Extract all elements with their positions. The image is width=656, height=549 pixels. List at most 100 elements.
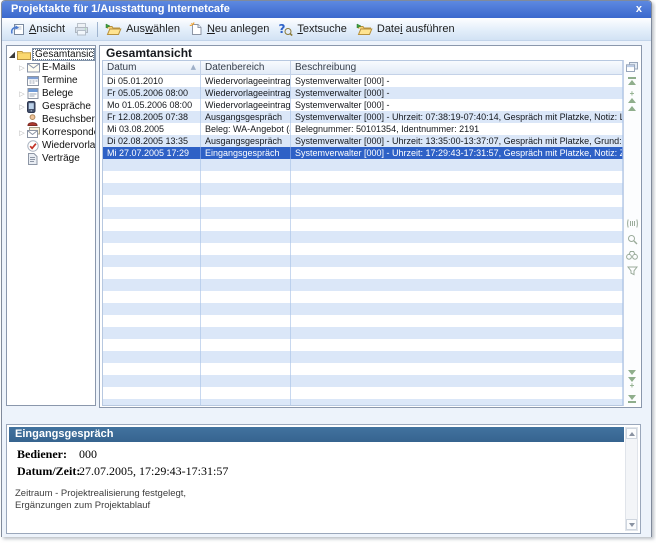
folder-open-icon	[105, 23, 122, 36]
contract-icon	[27, 153, 42, 165]
table-row-empty[interactable]	[103, 243, 623, 255]
table-row[interactable]: Mo 01.05.2006 08:00 Wiedervorlageeintrag…	[103, 99, 623, 111]
table-row[interactable]: Mi 03.08.2005 Beleg: WA-Angebot (alle Be…	[103, 123, 623, 135]
print-button[interactable]	[71, 22, 95, 37]
tree-item-vertraege[interactable]: Verträge	[17, 152, 95, 165]
auswaehlen-label: Auswählen	[126, 23, 180, 35]
column-chooser-icon[interactable]	[626, 62, 638, 72]
table-row-empty[interactable]	[103, 195, 623, 207]
svg-text:?: ?	[279, 22, 286, 36]
table-row[interactable]: Fr 12.08.2005 07:38 Ausgangsgespräch Sys…	[103, 111, 623, 123]
table-row[interactable]: Di 05.01.2010 Wiedervorlageeintrag Syste…	[103, 75, 623, 87]
page-up-button[interactable]: +	[626, 91, 638, 103]
table-row-empty[interactable]	[103, 363, 623, 375]
column-header-datum[interactable]: Datum ▲	[103, 61, 201, 74]
close-button[interactable]: x	[636, 1, 642, 18]
detail-scrollbar[interactable]	[625, 427, 638, 531]
scroll-to-top-button[interactable]	[626, 77, 638, 85]
tree-item-korrespondenzen[interactable]: ▷ Korrespondenzen	[17, 126, 95, 139]
tree-item-emails[interactable]: ▷ E-Mails	[17, 61, 95, 74]
table-row-empty[interactable]	[103, 315, 623, 327]
detail-notes: Zeitraum - Projektrealisierung festgeleg…	[15, 488, 186, 512]
note-line: Zeitraum - Projektrealisierung festgeleg…	[15, 488, 186, 500]
email-icon	[27, 63, 42, 73]
folder-icon	[17, 49, 32, 60]
ansicht-button[interactable]: Ansicht	[7, 22, 71, 37]
expander-collapsed-icon[interactable]: ▷	[17, 63, 27, 73]
tree-item-label: Verträge	[42, 153, 80, 164]
table-row-selected[interactable]: Mi 27.07.2005 17:29 Eingangsgespräch Sys…	[103, 147, 623, 159]
detail-fields: Bediener: 000 Datum/Zeit: 27.07.2005, 17…	[17, 446, 228, 480]
table-row-empty[interactable]	[103, 291, 623, 303]
tree-item-label: Belege	[42, 88, 73, 99]
table-row-empty[interactable]	[103, 267, 623, 279]
table-row[interactable]: Di 02.08.2005 13:35 Ausgangsgespräch Sys…	[103, 135, 623, 147]
table-row-empty[interactable]	[103, 387, 623, 399]
textsuche-button[interactable]: ? Textsuche	[275, 21, 353, 37]
grid-tool-strip: + +	[623, 60, 640, 406]
table-row[interactable]: Fr 05.05.2006 08:00 Wiedervorlageeintrag…	[103, 87, 623, 99]
ansicht-label: Ansicht	[29, 23, 65, 35]
new-document-icon	[189, 22, 203, 36]
records-grid: Datum ▲ Datenbereich Beschreibung Di 05.…	[102, 60, 624, 406]
table-row-empty[interactable]	[103, 351, 623, 363]
scroll-down-button[interactable]	[626, 519, 637, 530]
field-value: 27.07.2005, 17:29:43-17:31:57	[79, 464, 228, 479]
scroll-to-bottom-button[interactable]	[626, 395, 638, 403]
expander-expanded-icon[interactable]: ◢	[7, 50, 17, 60]
table-row-empty[interactable]	[103, 171, 623, 183]
tree-item-gespraeche[interactable]: ▷ Gespräche	[17, 100, 95, 113]
table-row-empty[interactable]	[103, 339, 623, 351]
table-row-empty[interactable]	[103, 279, 623, 291]
auswaehlen-button[interactable]: Auswählen	[102, 22, 186, 37]
toolbar-separator	[97, 22, 98, 37]
scroll-up-button[interactable]	[626, 428, 637, 439]
table-row-empty[interactable]	[103, 399, 623, 406]
expander-collapsed-icon[interactable]: ▷	[17, 128, 27, 138]
expander-collapsed-icon[interactable]: ▷	[17, 89, 27, 99]
table-row-empty[interactable]	[103, 327, 623, 339]
column-header-datenbereich[interactable]: Datenbereich	[201, 61, 291, 74]
note-line: Ergänzungen zum Projektablauf	[15, 500, 186, 512]
field-label: Bediener:	[17, 447, 79, 462]
datei-ausfuehren-button[interactable]: Datei ausführen	[353, 22, 461, 37]
tree-item-gesamtansicht[interactable]: ◢ Gesamtansicht	[7, 48, 95, 61]
search-icon[interactable]	[626, 234, 638, 245]
tree-item-belege[interactable]: ▷ Belege	[17, 87, 95, 100]
table-row-empty[interactable]	[103, 255, 623, 267]
tree-item-wiedervorlagen[interactable]: Wiedervorlagen	[17, 139, 95, 152]
tree-item-label: Termine	[42, 75, 78, 86]
search-help-icon: ?	[278, 22, 293, 36]
line-up-button[interactable]	[626, 106, 638, 111]
list-panel: Gesamtansicht Datum ▲ Datenbereich Besch…	[99, 45, 642, 408]
table-row-empty[interactable]	[103, 183, 623, 195]
navigation-tree: ◢ Gesamtansicht ▷ E-Mails Termine ▷	[6, 45, 96, 406]
column-header-beschreibung[interactable]: Beschreibung	[291, 61, 623, 74]
page-down-button[interactable]: +	[626, 377, 638, 389]
column-width-icon[interactable]	[626, 218, 638, 229]
grid-header: Datum ▲ Datenbereich Beschreibung	[103, 61, 623, 75]
textsuche-label: Textsuche	[297, 23, 347, 35]
neu-anlegen-button[interactable]: Neu anlegen	[186, 21, 275, 37]
filter-icon[interactable]	[626, 266, 638, 276]
expander-collapsed-icon[interactable]: ▷	[17, 102, 27, 112]
table-row-empty[interactable]	[103, 159, 623, 171]
titlebar[interactable]: Projektakte für 1/Ausstattung Internetca…	[2, 1, 651, 18]
window-title: Projektakte für 1/Ausstattung Internetca…	[11, 3, 230, 15]
table-row-empty[interactable]	[103, 219, 623, 231]
table-row-empty[interactable]	[103, 207, 623, 219]
table-row-empty[interactable]	[103, 375, 623, 387]
projektakte-window: Projektakte für 1/Ausstattung Internetca…	[1, 0, 652, 537]
table-row-empty[interactable]	[103, 231, 623, 243]
tree-item-termine[interactable]: Termine	[17, 74, 95, 87]
table-row-empty[interactable]	[103, 303, 623, 315]
tree-item-besuchsberichte[interactable]: Besuchsberichte	[17, 113, 95, 126]
binoculars-icon[interactable]	[626, 250, 638, 260]
field-bediener: Bediener: 000	[17, 446, 228, 463]
receipt-icon	[27, 88, 42, 99]
chevron-up-icon	[629, 432, 635, 436]
detail-title: Eingangsgespräch	[15, 428, 113, 440]
line-down-button[interactable]	[626, 370, 638, 375]
calendar-icon	[27, 75, 42, 86]
chevron-down-icon	[629, 523, 635, 527]
